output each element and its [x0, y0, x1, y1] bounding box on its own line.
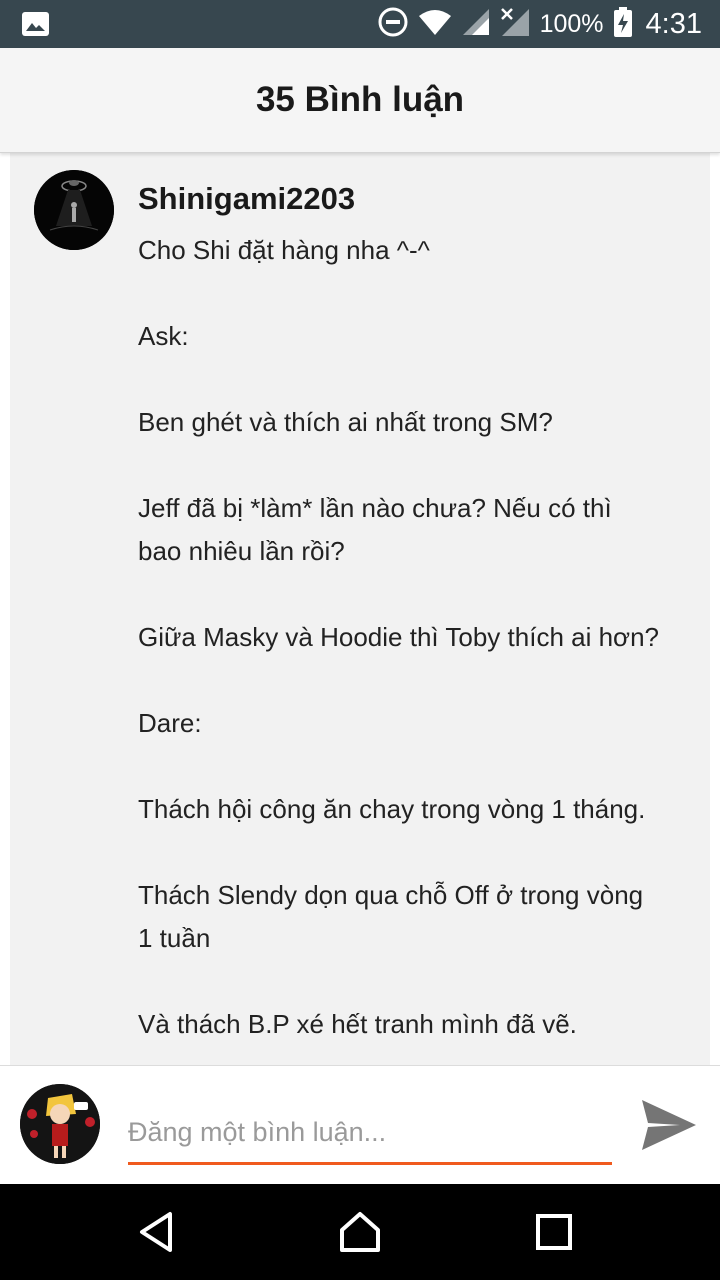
comment-line: Thách Slendy dọn qua chỗ Off ở trong vòn… — [138, 880, 644, 910]
comment-line: Dare: — [138, 708, 202, 738]
comment-line: Và thách B.P xé hết tranh mình đã vẽ. — [138, 1009, 577, 1039]
avatar[interactable] — [34, 170, 114, 250]
comment-line: 1 tuần — [138, 923, 211, 953]
signal-icon — [462, 8, 490, 41]
signal-no-data-icon — [500, 7, 530, 42]
comment-author[interactable]: Shinigami2203 — [138, 181, 355, 217]
comment-body: Cho Shi đặt hàng nha ^-^ Ask: Ben ghét v… — [138, 229, 704, 1046]
do-not-disturb-icon — [378, 7, 408, 42]
wifi-icon — [418, 8, 452, 41]
comments-list[interactable]: Shinigami2203 Cho Shi đặt hàng nha ^-^ A… — [0, 153, 720, 1065]
comment-line: Ben ghét và thích ai nhất trong SM? — [138, 407, 553, 437]
send-icon[interactable] — [640, 1096, 698, 1154]
status-bar: 100% 4:31 — [0, 0, 720, 48]
page-title: 35 Bình luận — [255, 80, 465, 119]
comment-line: Cho Shi đặt hàng nha ^-^ — [138, 235, 430, 265]
comment-line: bao nhiêu lần rồi? — [138, 536, 345, 566]
system-nav-bar — [0, 1184, 720, 1280]
comment-item: Shinigami2203 Cho Shi đặt hàng nha ^-^ A… — [10, 153, 710, 1065]
recents-icon[interactable] — [532, 1210, 576, 1254]
comment-line: Ask: — [138, 321, 189, 351]
battery-charging-icon — [613, 6, 632, 42]
clock: 4:31 — [645, 7, 702, 40]
comment-input[interactable] — [128, 1102, 612, 1165]
comment-line: Jeff đã bị *làm* lần nào chưa? Nếu có th… — [138, 493, 612, 523]
back-icon[interactable] — [136, 1210, 180, 1254]
comments-header: 35 Bình luận — [0, 48, 720, 153]
battery-percent: 100% — [539, 9, 604, 38]
my-avatar — [20, 1084, 100, 1164]
comment-line: Thách hội công ăn chay trong vòng 1 thán… — [138, 794, 646, 824]
status-icons: 100% 4:31 — [378, 0, 702, 48]
comment-line: Giữa Masky và Hoodie thì Toby thích ai h… — [138, 622, 660, 652]
image-icon — [22, 12, 49, 41]
home-icon[interactable] — [338, 1210, 382, 1254]
comment-composer — [0, 1065, 720, 1185]
